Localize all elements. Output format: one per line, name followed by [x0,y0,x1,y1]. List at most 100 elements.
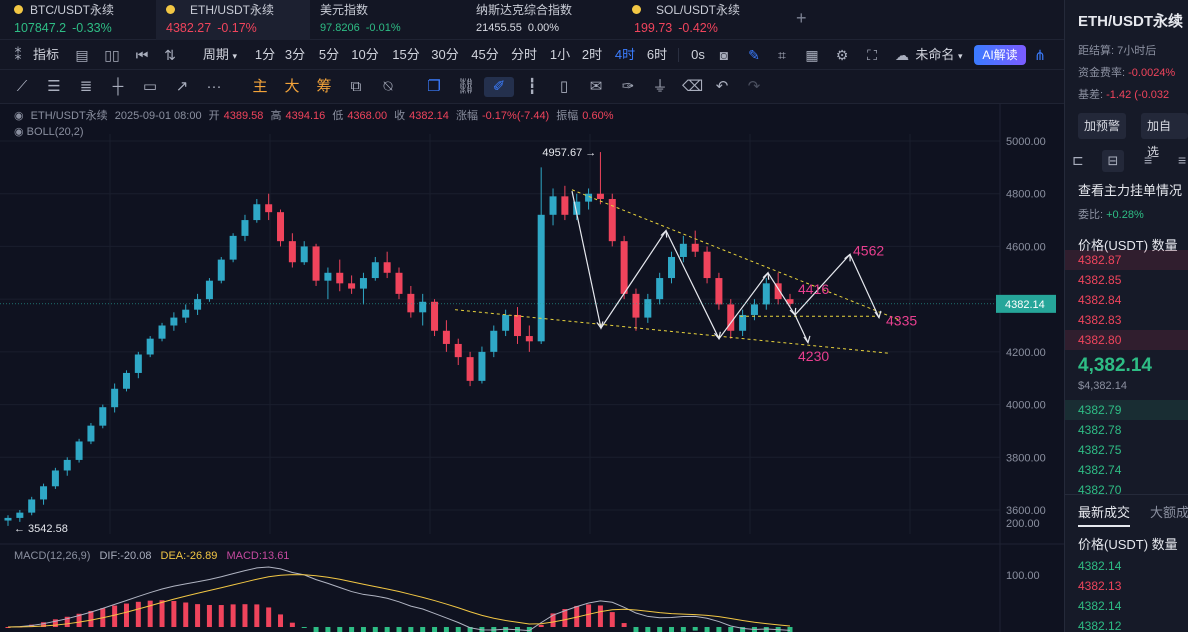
candle-body [442,330,450,344]
horizontal-lines-icon[interactable]: ☰ [44,77,64,97]
bid-price[interactable]: 4382.78 [1078,420,1121,440]
more-icon[interactable]: ··· [204,77,224,97]
ticker-tab-nasdaq[interactable]: 纳斯达克综合指数 21455.55 0.00% [466,0,622,40]
ticker-tab-sol[interactable]: SOL/USDT永续 199.73 -0.42% [622,0,782,40]
interval-timeline[interactable]: 分时 [508,40,540,70]
redo-icon[interactable]: ↷ [744,77,764,97]
bid-price[interactable]: 4382.70 [1078,480,1121,494]
macd-axis-label: 100.00 [1006,570,1040,582]
add-favorite-button[interactable]: 加自选 [1141,113,1188,159]
interval-30m[interactable]: 30分 [428,40,462,70]
candle [407,285,415,318]
depth-title[interactable]: 查看主力挂单情况 [1078,180,1182,199]
interval-1h[interactable]: 1小时 [546,40,574,92]
calendar-icon[interactable]: ▤ [72,40,92,70]
interval-3m[interactable]: 3分 [282,40,308,70]
ticker-change: -0.01% [365,22,401,34]
link-icon[interactable]: ⛓ [456,77,476,97]
big-order-button[interactable]: 大 [282,77,302,97]
main-force-button[interactable]: 主 [250,77,270,97]
copy-icon[interactable]: ❐ [424,77,444,97]
macd-bar [645,627,651,632]
bid-price[interactable]: 4382.79 [1078,400,1121,420]
ask-price[interactable]: 4382.83 [1078,310,1121,330]
interval-4h[interactable]: 4时 [612,40,638,70]
table-icon[interactable]: ▦ [802,40,822,70]
interval-45m[interactable]: 45分 [468,40,502,70]
tab-latest-trades[interactable]: 最新成交 [1078,502,1131,527]
indicator-button[interactable]: 指标 [30,40,62,70]
candle-body [134,354,142,373]
share-icon[interactable]: ⋔ [1030,40,1050,70]
interval-2h[interactable]: 2时 [578,40,606,70]
period-dropdown[interactable]: 周期 ▾ [196,40,244,70]
orderbook-list-icon[interactable]: ≡ [1178,152,1186,168]
draw-mode-icon[interactable]: ✐ [484,77,514,97]
ai-interpret-button[interactable]: AI解读 [974,45,1026,65]
settings-icon[interactable]: ⚙ [832,40,852,70]
ticker-change: -0.17% [217,21,257,35]
replay-icon[interactable]: ⏮ [132,40,152,70]
candle-body [762,283,770,305]
tab-large-trades[interactable]: 大额成 [1150,502,1188,521]
interval-6h[interactable]: 6时 [644,40,670,70]
undo-icon[interactable]: ↶ [712,77,732,97]
candle-body [336,272,344,284]
pen-icon[interactable]: ✎ [744,40,764,70]
chart-area[interactable]: ◉ ETH/USDT永续 2025-09-01 08:00 开 4389.58 高… [0,104,1064,632]
macd-axis-label: 200.00 [1006,518,1040,530]
macd-dif: DIF:-20.08 [99,550,152,562]
macd-bar [112,605,118,627]
hide-drawings-icon[interactable]: ⍉ [378,77,398,97]
parallel-channel-icon[interactable]: ≣ [76,77,96,97]
filter-icon[interactable]: ⏚ [650,77,670,97]
clipboard-icon[interactable]: ▯ [554,77,574,97]
orderbook-bids-icon[interactable]: ≡ [1144,152,1152,168]
interval-1m[interactable]: 1分 [252,40,278,70]
trendline-icon[interactable]: ⟋ [12,77,32,97]
add-alert-button[interactable]: 加预警 [1078,113,1127,139]
ticker-tab-dxy[interactable]: 美元指数 97.8206 -0.01% [310,0,466,40]
chip-button[interactable]: 筹 [314,77,334,97]
orderbook-both-icon[interactable]: ⊏ [1072,152,1084,169]
interval-10m[interactable]: 10分 [348,40,382,70]
candle [525,325,533,352]
ask-price[interactable]: 4382.84 [1078,290,1121,310]
trash-icon[interactable]: ⌫ [682,77,703,97]
macd-bar [597,605,603,627]
ticker-tab-btc[interactable]: BTC/USDT永续 107847.2 -0.33% [0,0,156,40]
candle [608,193,616,247]
candle-body [395,272,403,294]
candles-icon[interactable]: ┇ [522,77,542,97]
note-icon[interactable]: ✉ [586,77,606,97]
crop-icon[interactable]: ⌗ [772,40,792,70]
arrow-icon[interactable]: ↗ [172,77,192,97]
magnet-icon[interactable]: ⧉ [346,77,366,97]
ticker-name: 美元指数 [320,3,369,17]
ask-price[interactable]: 4382.85 [1078,270,1121,290]
candle [739,309,747,337]
add-tab-icon[interactable]: + [796,8,807,29]
camera-icon[interactable]: ◙ [714,40,734,70]
fullscreen-icon[interactable]: ⛶ [862,40,882,70]
funding-label: 资金费率: [1078,67,1126,79]
ask-price[interactable]: 4382.80 [1078,330,1121,350]
settle-label: 距结算: [1078,45,1115,57]
layout-icon[interactable]: ▯▯ [102,40,122,70]
bid-price[interactable]: 4382.74 [1078,460,1121,480]
orderbook-asks-icon[interactable]: ⊟ [1102,150,1124,172]
horizontal-ray-icon[interactable]: ┼ [108,77,128,97]
price-axis-label: 4600.00 [1006,241,1046,253]
interval-15m[interactable]: 15分 [390,40,422,70]
layout-name-dropdown[interactable]: 未命名 ▾ [912,40,966,70]
candle-body [241,220,249,236]
rectangle-icon[interactable]: ▭ [140,77,160,97]
candle-body [750,304,758,315]
ask-price[interactable]: 4382.87 [1078,250,1121,270]
interval-5m[interactable]: 5分 [316,40,342,70]
compare-icon[interactable]: ⇅ [160,40,180,70]
ticker-tab-eth[interactable]: ETH/USDT永续 4382.27 -0.17% [156,0,310,40]
brush-icon[interactable]: ✑ [618,77,638,97]
bid-price[interactable]: 4382.75 [1078,440,1121,460]
countdown-label[interactable]: 0s [688,40,708,70]
